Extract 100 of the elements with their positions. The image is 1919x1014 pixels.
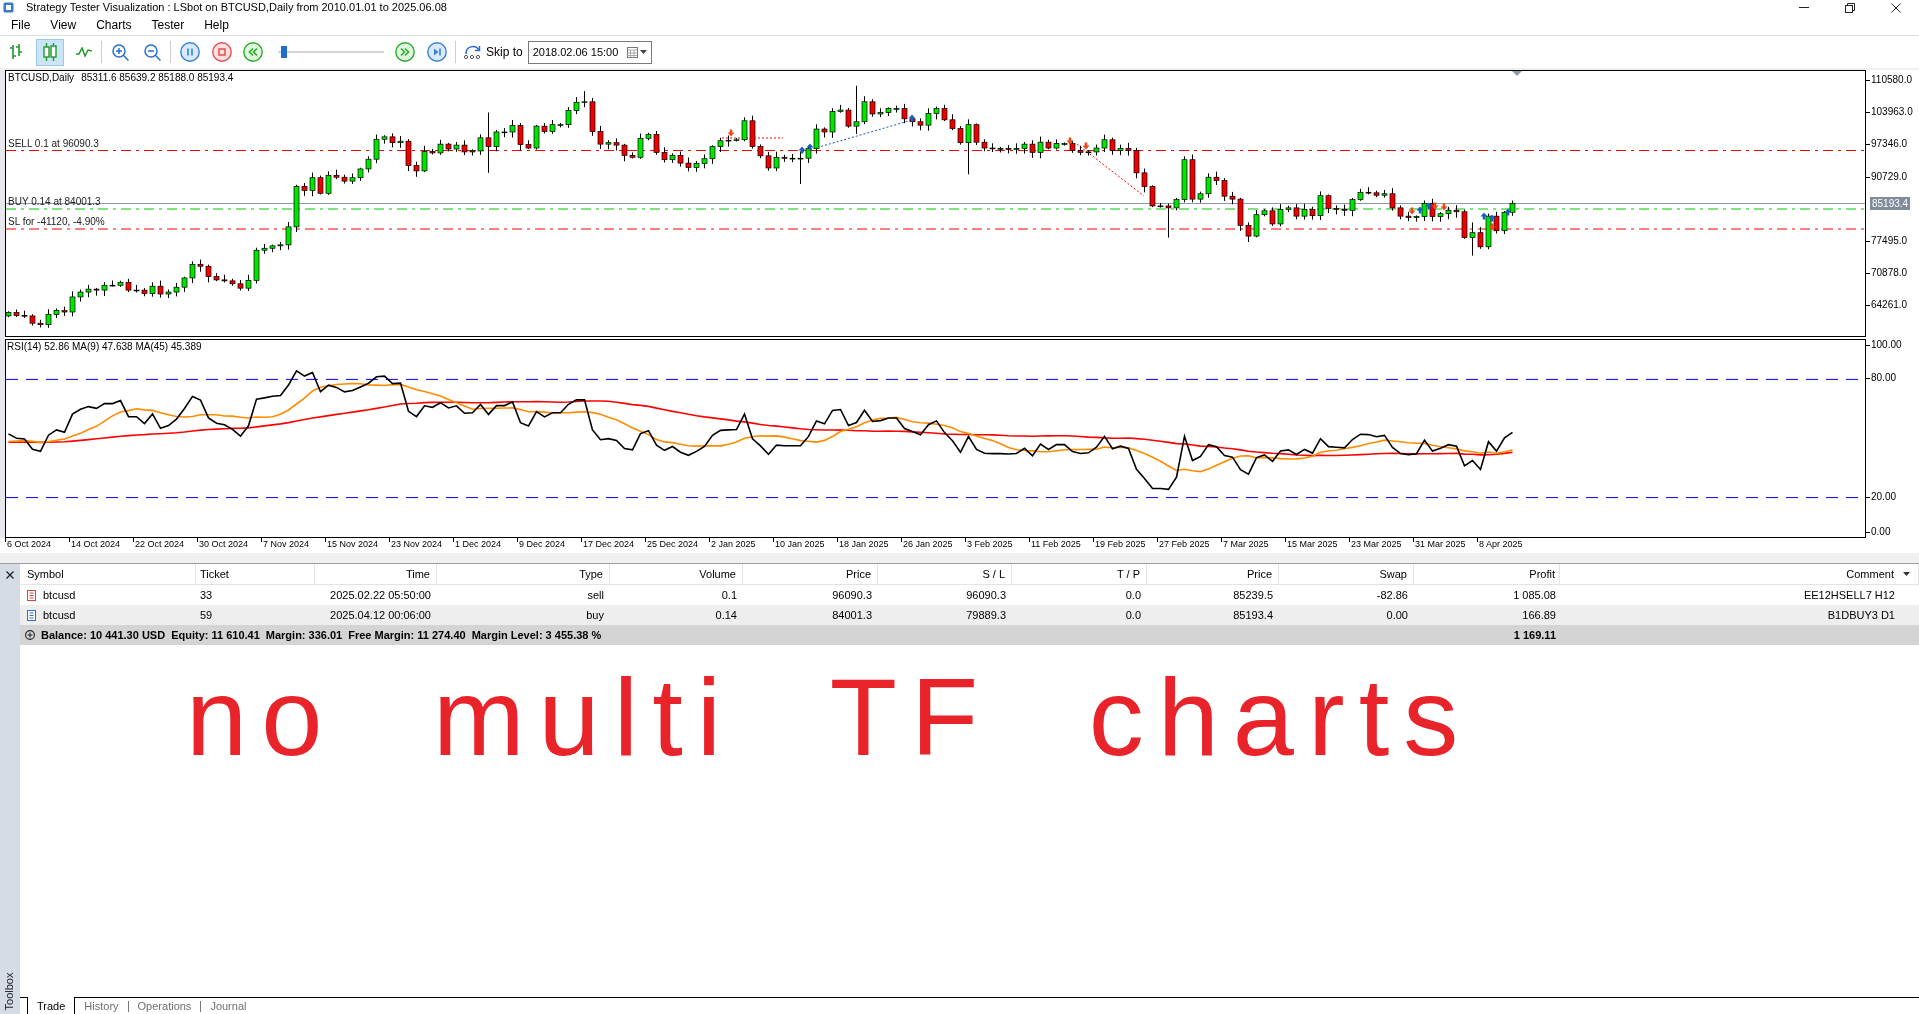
skip-to-end-icon (427, 42, 447, 62)
table-cell-text: 33 (200, 587, 213, 603)
handwritten-note: no multi TF charts (186, 655, 1473, 778)
date-label: 15 Mar 2025 (1287, 538, 1338, 551)
rsi-tick-label: 0.00 (1871, 526, 1891, 538)
rsi-tick-label: 20.00 (1871, 491, 1897, 503)
date-label: 7 Mar 2025 (1223, 538, 1269, 551)
restore-icon (1845, 2, 1855, 13)
trade-line (1076, 143, 1145, 197)
price-tick-label: 97346.0 (1871, 138, 1908, 150)
table-cell-text: 96090.3 (966, 587, 1006, 603)
date-label: 9 Dec 2024 (519, 538, 566, 551)
column-header[interactable]: S / L (982, 565, 1005, 583)
price-tick-label: 77495.0 (1871, 235, 1908, 247)
menu-item[interactable]: View (40, 15, 87, 35)
date-label: 1 Dec 2024 (455, 538, 502, 551)
table-cell-text: sell (587, 587, 604, 603)
table-cell-text: 0.1 (721, 587, 737, 603)
date-field[interactable]: 2018.02.06 15:00 (527, 40, 652, 64)
price-tick-label: 90729.0 (1871, 171, 1908, 183)
caret-icon (639, 50, 647, 54)
table-cell-text: EE12HSELL7 H12 (1803, 587, 1895, 603)
chart-type-button[interactable] (36, 38, 64, 66)
pause-icon (180, 42, 200, 62)
column-header[interactable]: Swap (1379, 565, 1407, 583)
toolbox-label: Toolbox (3, 972, 17, 1010)
level-label: SL for -41120, -4.90% (8, 216, 105, 228)
close-icon (1891, 2, 1901, 13)
minimize-icon (1799, 7, 1809, 8)
account-summary-text: Free Margin: 11 274.40 (348, 627, 466, 643)
table-cell-text: 59 (200, 607, 213, 623)
column-header[interactable]: Type (579, 565, 603, 583)
calendar-icon (626, 46, 638, 58)
table-cell-text: -82.86 (1376, 587, 1408, 603)
panel-tab[interactable]: History (75, 998, 128, 1014)
menu-item[interactable]: File (1, 15, 41, 35)
date-label: 25 Dec 2024 (647, 538, 699, 551)
price-tick-label: 70878.0 (1871, 267, 1908, 279)
caret-icon[interactable] (1903, 572, 1910, 576)
column-header[interactable]: T / P (1116, 565, 1140, 583)
date-label: 18 Jan 2025 (839, 538, 889, 551)
down-arrow-icon (1082, 142, 1090, 150)
up-arrow-icon (908, 114, 916, 122)
date-label: 17 Dec 2024 (583, 538, 635, 551)
table-cell-text: 0.0 (1125, 607, 1141, 623)
date-label: 14 Oct 2024 (71, 538, 121, 551)
trade-line (721, 137, 784, 139)
table-cell-text: 0.00 (1386, 607, 1408, 623)
slider-thumb[interactable] (281, 46, 287, 58)
table-cell-text: 0.0 (1125, 587, 1141, 603)
table-row[interactable]: btcusd 59 2025.04.12 00:06:00 buy 0.14 84001.3 79889.3 0.0 85193.4 0.00 166.89 B1DBUY3 D1 (20, 605, 1919, 625)
column-header[interactable]: Price (845, 565, 871, 583)
column-header[interactable]: Volume (699, 565, 736, 583)
table-cell-text: 96090.3 (832, 587, 872, 603)
table-cell-text: 166.89 (1522, 607, 1556, 623)
rsi-tick-label: 80.00 (1871, 372, 1897, 384)
menu-item[interactable]: Tester (141, 15, 195, 35)
column-header[interactable]: Profit (1529, 565, 1555, 583)
panel-tab[interactable]: Journal (201, 998, 256, 1014)
table-cell-text: 84001.3 (832, 607, 872, 623)
panel-tab[interactable]: Operations (128, 998, 201, 1014)
document-icon (27, 589, 36, 601)
candlestick-icon (43, 43, 57, 61)
speed-slider[interactable] (278, 45, 384, 59)
account-summary-text: Equity: 11 610.41 (171, 627, 260, 643)
panel-tab[interactable]: Trade (27, 997, 76, 1014)
date-label: 30 Oct 2024 (199, 538, 249, 551)
rewind-icon (243, 42, 263, 62)
table-cell-text: 2025.04.12 00:06:00 (330, 607, 431, 623)
fast-forward-icon (395, 42, 415, 62)
date-label: 22 Oct 2024 (135, 538, 185, 551)
menu-item[interactable]: Charts (86, 15, 142, 35)
date-label: 27 Feb 2025 (1159, 538, 1210, 551)
price-tick-label: 64261.0 (1871, 299, 1908, 311)
table-cell-text: buy (586, 607, 604, 623)
down-arrow-icon (1488, 223, 1496, 231)
plus-circle-icon[interactable] (25, 630, 35, 640)
column-header[interactable]: Comment (1846, 565, 1894, 583)
level-label: SELL 0.1 at 96090.3 (8, 137, 99, 150)
total-profit: 1 169.11 (1513, 627, 1556, 643)
level-label: BUY 0.14 at 84001.3 (8, 196, 101, 208)
menu-item[interactable]: Help (194, 15, 239, 35)
table-cell-text: btcusd (43, 587, 76, 603)
skip-to-icon[interactable] (463, 45, 483, 59)
column-header[interactable]: Ticket (200, 565, 229, 583)
date-label: 6 Oct 2024 (7, 538, 52, 551)
column-header[interactable]: Time (405, 565, 430, 583)
up-arrow-icon (1504, 208, 1512, 216)
table-cell-text: B1DBUY3 D1 (1827, 607, 1895, 623)
column-header[interactable]: Price (1246, 565, 1272, 583)
account-summary-text: Margin: 336.01 (265, 627, 343, 643)
date-label: 3 Feb 2025 (967, 538, 1013, 551)
rsi-tick-label: 100.00 (1871, 339, 1902, 351)
stop-icon (212, 42, 232, 62)
indicator-label: RSI(14) 52.86 MA(9) 47.638 MA(45) 45.389 (7, 341, 202, 353)
column-header[interactable]: Symbol (27, 565, 64, 583)
table-cell-text: btcusd (43, 607, 76, 623)
ohlc-values: 85311.6 85639.2 85188.0 85193.4 (81, 72, 234, 84)
date-label: 15 Nov 2024 (327, 538, 379, 551)
close-panel-button[interactable] (4, 569, 16, 581)
